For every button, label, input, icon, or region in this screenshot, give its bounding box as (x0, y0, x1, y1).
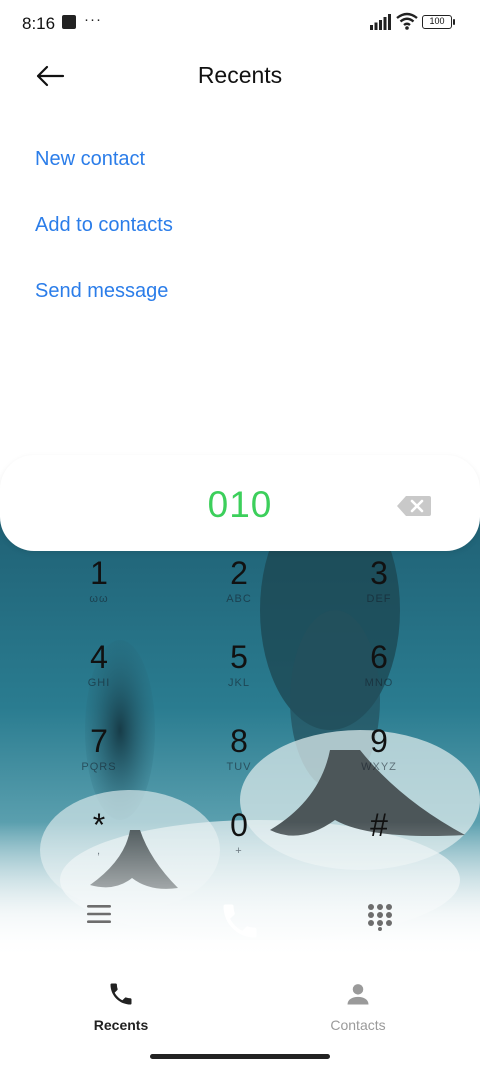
key-letters: DEF (366, 593, 392, 605)
key-2[interactable]: 2 ABC (179, 553, 299, 633)
notification-square-icon (62, 15, 76, 29)
add-to-contacts-link[interactable]: Add to contacts (35, 214, 173, 237)
key-digit: * (92, 807, 106, 843)
call-button[interactable] (218, 899, 262, 948)
battery-icon: 100 (422, 15, 455, 29)
new-contact-link[interactable]: New contact (35, 148, 145, 171)
key-letters: JKL (228, 677, 250, 689)
dialpad-icon (368, 904, 392, 931)
signal-icon (370, 14, 391, 30)
wifi-icon (396, 12, 418, 30)
key-letters: MNO (364, 677, 394, 689)
more-notifications-icon: ··· (84, 11, 102, 28)
key-letters: + (235, 845, 243, 857)
menu-button[interactable] (86, 903, 112, 930)
key-letters: , (96, 845, 102, 857)
key-letters: GHI (87, 677, 111, 689)
status-time: 8:16 (22, 14, 56, 33)
key-8[interactable]: 8 TUV (179, 721, 299, 801)
key-6[interactable]: 6 MNO (319, 637, 439, 717)
keypad-toggle-button[interactable] (367, 903, 393, 936)
person-icon (347, 984, 369, 1005)
status-bar: 8:16 ··· 100 (0, 0, 480, 48)
key-7[interactable]: 7 PQRS (39, 721, 159, 801)
key-digit: 2 (230, 555, 248, 591)
key-1[interactable]: 1 ωω (39, 553, 159, 633)
key-digit: 6 (370, 639, 388, 675)
key-digit: 4 (90, 639, 108, 675)
key-0[interactable]: 0 + (179, 805, 299, 885)
key-digit: 8 (230, 723, 248, 759)
tab-contacts[interactable]: Contacts (298, 980, 418, 1033)
page-title: Recents (197, 62, 283, 88)
key-9[interactable]: 9 WXYZ (319, 721, 439, 801)
key-digit: 3 (370, 555, 388, 591)
dial-number-display: 010 (0, 455, 480, 551)
key-letters: ABC (226, 593, 252, 605)
phone-icon (223, 904, 257, 938)
key-digit: 7 (90, 723, 108, 759)
tab-contacts-label: Contacts (330, 1017, 386, 1033)
dialer-action-row (0, 895, 480, 945)
key-digit: # (370, 807, 388, 843)
key-digit: 5 (230, 639, 248, 675)
menu-icon (87, 905, 111, 923)
backspace-button[interactable] (396, 495, 432, 522)
phone-icon (110, 983, 132, 1005)
key-digit: 9 (370, 723, 388, 759)
backspace-icon (397, 496, 431, 516)
key-letters: WXYZ (361, 761, 397, 773)
home-indicator[interactable] (150, 1054, 330, 1059)
key-letters: TUV (226, 761, 252, 773)
voicemail-icon: ωω (89, 593, 109, 605)
key-hash[interactable]: # (319, 805, 439, 885)
key-star[interactable]: * , (39, 805, 159, 885)
key-4[interactable]: 4 GHI (39, 637, 159, 717)
bottom-nav: Recents Contacts (0, 970, 480, 1040)
key-digit: 1 (90, 555, 108, 591)
tab-recents-label: Recents (93, 1017, 149, 1033)
key-letters: PQRS (81, 761, 117, 773)
key-digit: 0 (230, 807, 248, 843)
tab-recents[interactable]: Recents (61, 980, 181, 1033)
key-5[interactable]: 5 JKL (179, 637, 299, 717)
key-3[interactable]: 3 DEF (319, 553, 439, 633)
send-message-link[interactable]: Send message (35, 280, 168, 303)
